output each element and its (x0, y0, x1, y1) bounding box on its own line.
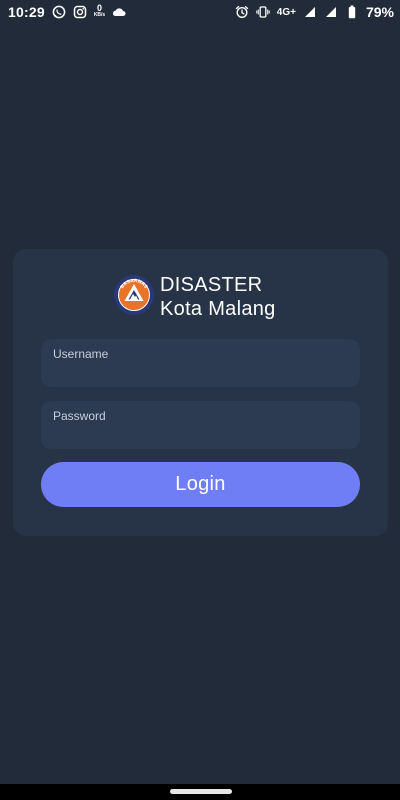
password-input[interactable] (41, 401, 360, 449)
navigation-bar (0, 784, 400, 800)
signal-icon (303, 5, 317, 19)
signal-icon-2 (324, 5, 338, 19)
username-field[interactable]: Username (41, 339, 360, 387)
app-title: DISASTER Kota Malang (160, 273, 276, 321)
password-field[interactable]: Password (41, 401, 360, 449)
battery-icon (345, 5, 359, 19)
vibrate-icon (256, 5, 270, 19)
username-input[interactable] (41, 339, 360, 387)
instagram-icon (73, 5, 87, 19)
app-title-line2: Kota Malang (160, 298, 276, 320)
login-button[interactable]: Login (41, 462, 360, 507)
alarm-icon (235, 5, 249, 19)
brand-header: BASARNAS DISASTER Kota Malang (113, 273, 276, 321)
net-speed: 0 KB/s (93, 2, 106, 18)
whatsapp-icon (52, 5, 66, 19)
battery-percent: 79% (365, 4, 394, 20)
login-card: BASARNAS DISASTER Kota Malang Username P… (13, 249, 388, 536)
app-title-line1: DISASTER (160, 274, 263, 296)
basarnas-logo-icon: BASARNAS (113, 274, 155, 321)
cloud-icon (112, 5, 126, 19)
status-time: 10:29 (8, 4, 45, 20)
status-bar: 10:29 0 KB/s 4G+ 79% (0, 0, 400, 24)
home-gesture-handle[interactable] (170, 789, 232, 794)
network-type: 4G+ (276, 6, 296, 18)
